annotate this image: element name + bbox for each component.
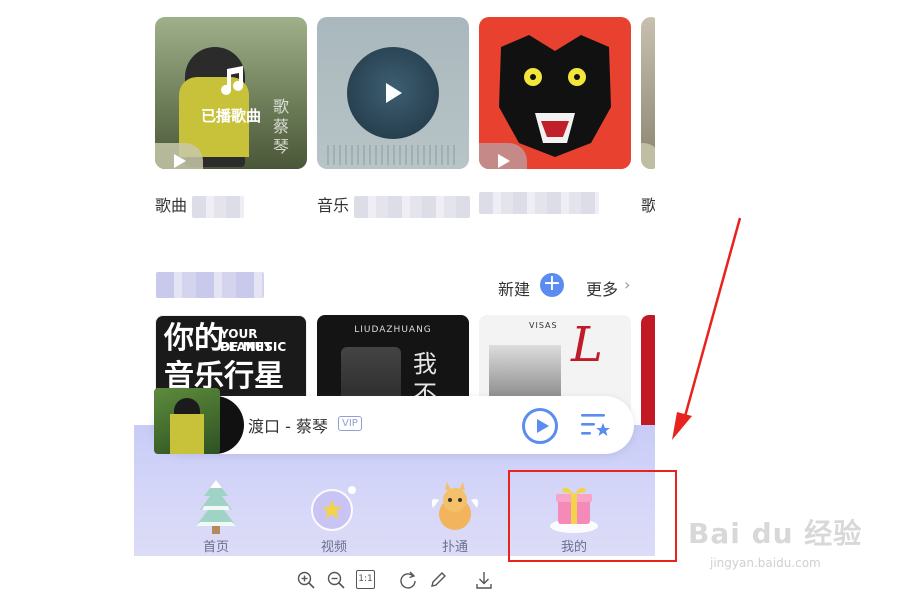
zoom-out-icon[interactable] (326, 570, 346, 590)
actual-size-icon[interactable]: 1:1 (356, 570, 375, 589)
screenshot-stage: 已播歌曲 歌 蔡琴 歌曲 音乐 歌 新建 + 更多 › 你的 YOUR PLAN… (0, 0, 898, 595)
baidu-watermark-url: jingyan.baidu.com (710, 556, 821, 570)
download-icon[interactable] (474, 570, 494, 590)
edit-icon[interactable] (428, 570, 448, 590)
annotation-arrow (672, 217, 742, 440)
zoom-in-icon[interactable] (296, 570, 316, 590)
baidu-watermark-logo: Bai du 经验 (688, 517, 863, 550)
rotate-icon[interactable] (398, 570, 418, 590)
